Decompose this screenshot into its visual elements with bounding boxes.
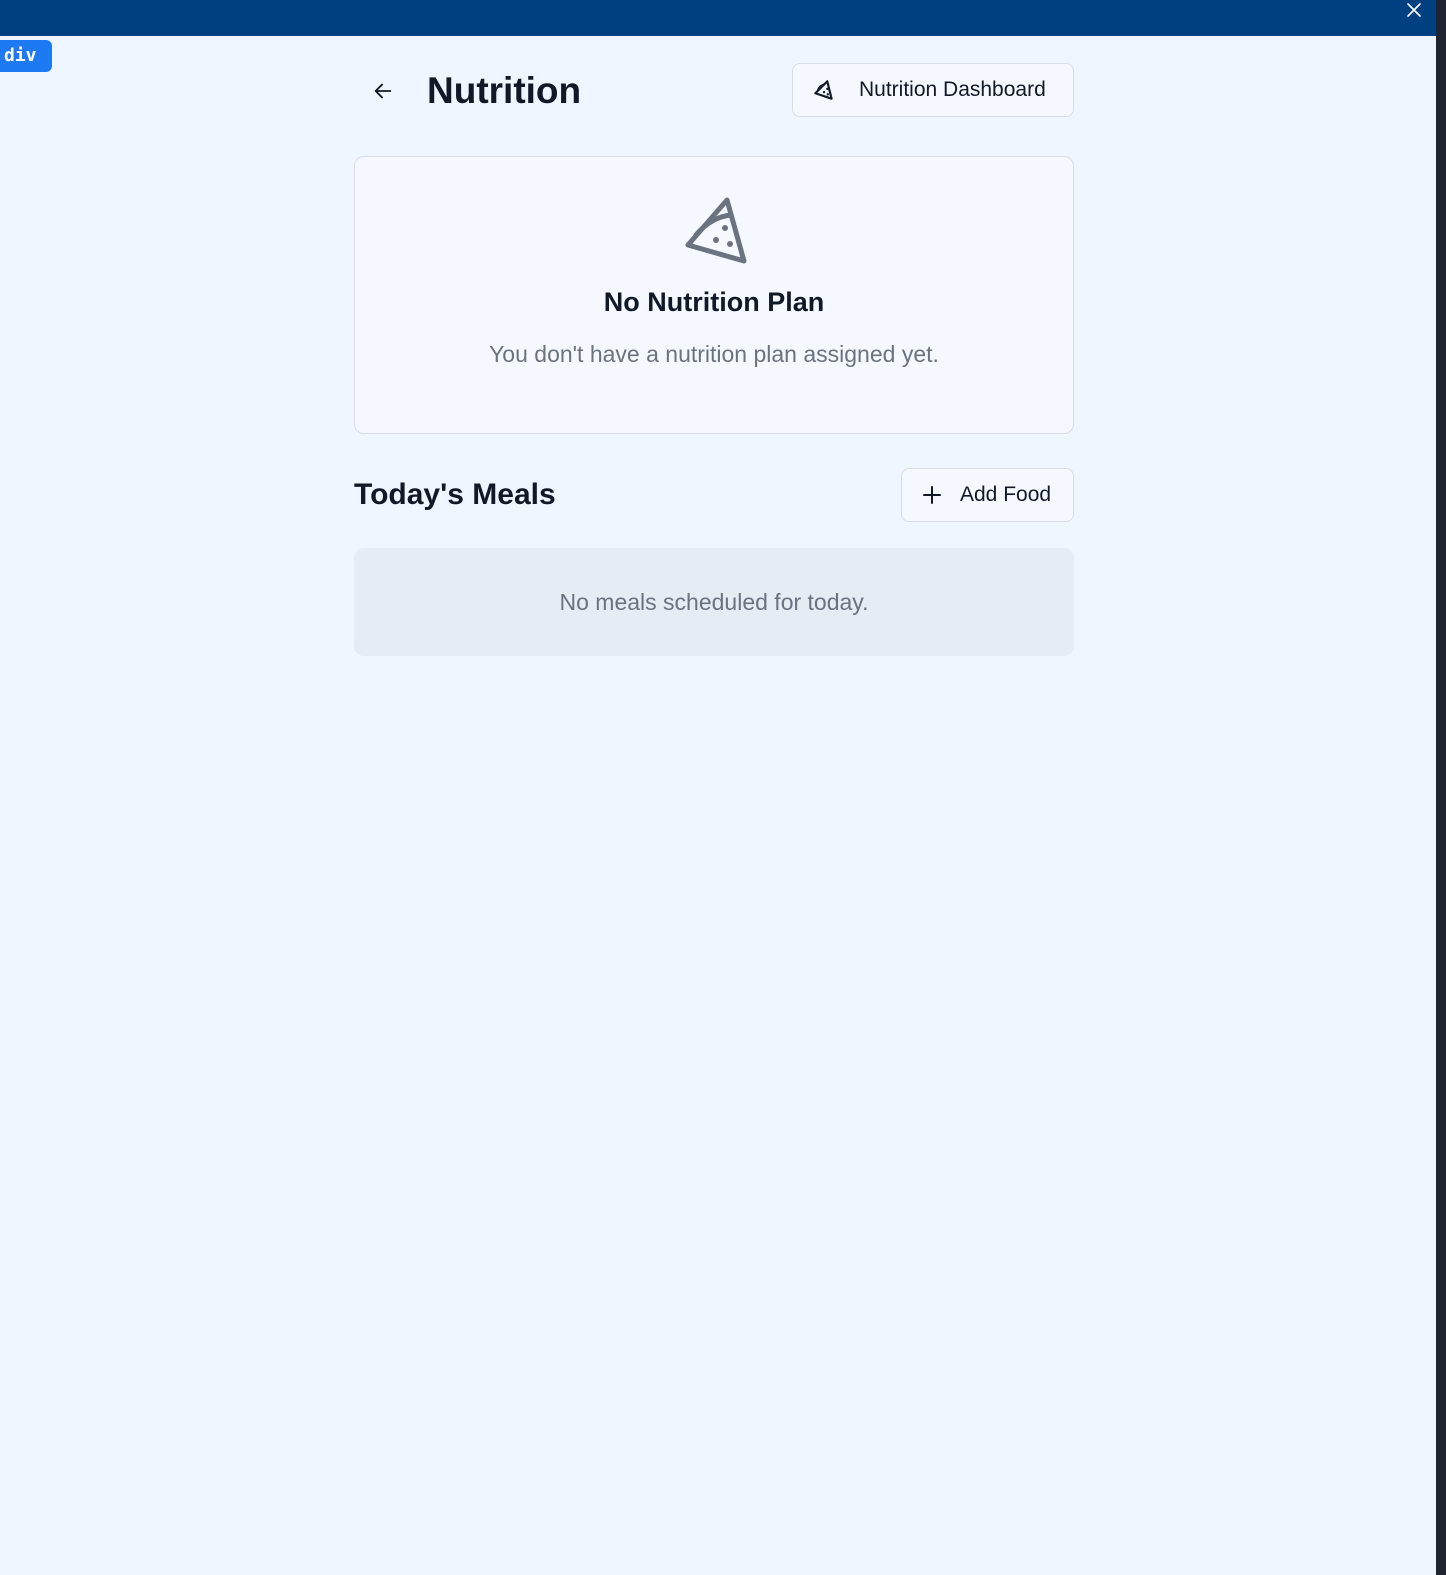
nutrition-plan-card: No Nutrition Plan You don't have a nutri… — [354, 156, 1074, 434]
page-title: Nutrition — [427, 70, 582, 111]
back-button[interactable] — [368, 76, 398, 106]
add-food-button[interactable]: Add Food — [901, 468, 1074, 522]
element-inspector-badge: div — [0, 40, 52, 72]
arrow-left-icon — [374, 83, 392, 99]
add-food-label: Add Food — [960, 483, 1052, 506]
nutrition-dashboard-button[interactable]: Nutrition Dashboard — [792, 63, 1074, 117]
close-button[interactable] — [1402, 0, 1426, 20]
nutrition-page: Nutrition Nutrition Dashboard No Nutriti… — [354, 63, 1074, 656]
close-icon — [1407, 3, 1421, 17]
pizza-icon — [814, 80, 833, 100]
window-edge — [1436, 0, 1446, 1575]
plus-icon — [923, 486, 941, 504]
page-header: Nutrition Nutrition Dashboard — [354, 63, 1074, 117]
meals-header: Today's Meals Add Food — [354, 468, 1074, 522]
meals-title: Today's Meals — [354, 478, 556, 511]
pizza-icon — [685, 197, 747, 264]
nutrition-dashboard-label: Nutrition Dashboard — [859, 78, 1046, 101]
plan-title: No Nutrition Plan — [603, 287, 825, 317]
plan-description: You don't have a nutrition plan assigned… — [489, 341, 939, 367]
meals-empty-state: No meals scheduled for today. — [354, 548, 1074, 656]
window-titlebar — [0, 0, 1436, 36]
